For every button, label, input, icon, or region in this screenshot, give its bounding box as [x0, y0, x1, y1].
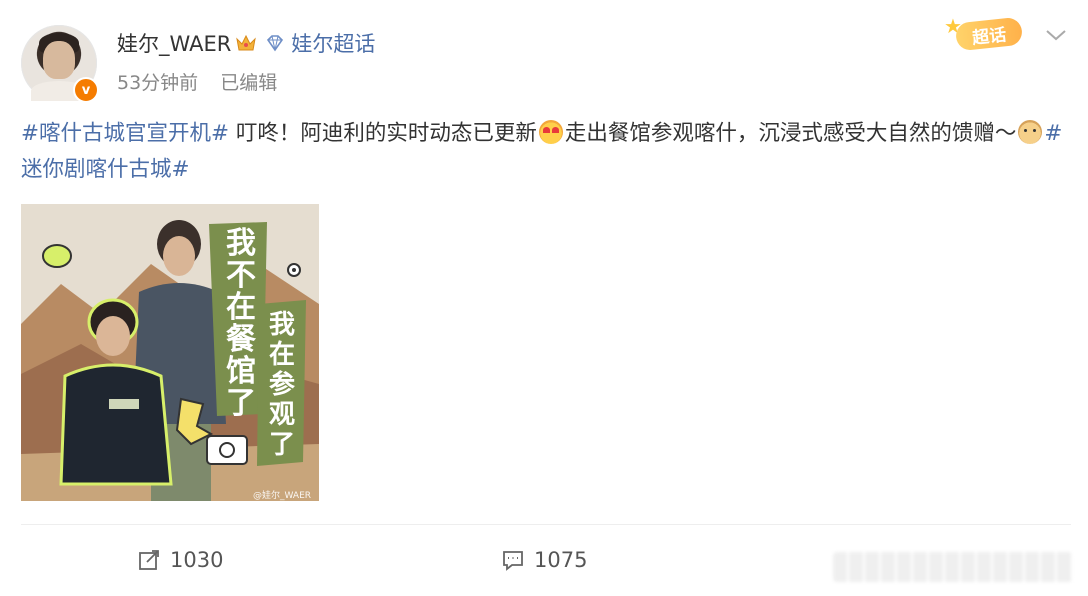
comment-icon — [503, 551, 523, 571]
image-caption-small: 我在参观了 — [268, 310, 295, 460]
heart-eyes-emoji-icon — [538, 120, 563, 144]
hashtag-link[interactable]: #喀什古城官宣开机# — [21, 121, 229, 146]
chevron-down-icon[interactable] — [1045, 28, 1067, 42]
edited-label[interactable]: 已编辑 — [220, 68, 277, 95]
super-badge-label: 超话 — [954, 16, 1024, 52]
post-text-segment: 走出餐馆参观喀什，沉浸式感受大自然的馈赠～ — [564, 121, 1017, 146]
repost-button[interactable]: 1030 — [138, 548, 223, 572]
post-meta: 53分钟前 已编辑 — [117, 68, 277, 95]
like-button-blurred[interactable] — [833, 552, 1073, 582]
divider — [21, 524, 1071, 525]
post-time[interactable]: 53分钟前 — [117, 68, 198, 95]
verified-badge-icon: v — [73, 77, 99, 103]
post-body: #喀什古城官宣开机# 叮咚！阿迪利的实时动态已更新 走出餐馆参观喀什，沉浸式感受大… — [21, 116, 1071, 188]
repost-icon — [139, 550, 159, 570]
super-topic-badge[interactable]: ★ 超话 — [944, 14, 1040, 54]
comment-button[interactable]: 1075 — [502, 548, 587, 572]
post-author-row: 娃尔_WAER 娃尔超话 — [117, 29, 375, 57]
post-image[interactable]: . 我不在餐馆了 我在参观了 @娃尔_WAER — [21, 204, 319, 501]
post-text-segment: 叮咚！阿迪利的实时动态已更新 — [229, 121, 537, 146]
repost-count: 1030 — [170, 548, 224, 572]
image-caption-big: 我不在餐馆了 — [226, 226, 256, 421]
comment-count: 1075 — [534, 548, 588, 572]
doge-emoji-icon — [1018, 120, 1043, 144]
crown-icon — [236, 34, 257, 51]
username-link[interactable]: 娃尔_WAER — [117, 28, 231, 58]
diamond-icon — [267, 35, 284, 52]
super-topic-link[interactable]: 娃尔超话 — [291, 28, 375, 58]
image-watermark: @娃尔_WAER — [253, 491, 312, 501]
avatar-face — [43, 41, 75, 79]
